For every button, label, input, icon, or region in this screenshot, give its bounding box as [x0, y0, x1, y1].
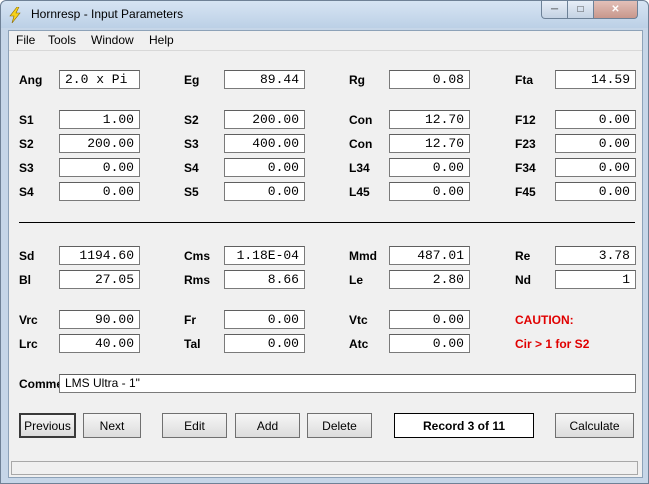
window-title: Hornresp - Input Parameters [31, 7, 184, 21]
field-s4-top[interactable]: 0.00 [224, 158, 305, 177]
field-f45[interactable]: 0.00 [555, 182, 636, 201]
label-rg: Rg [349, 73, 365, 87]
field-vrc[interactable]: 90.00 [59, 310, 140, 329]
field-tal[interactable]: 0.00 [224, 334, 305, 353]
label-f23: F23 [515, 137, 536, 151]
comment-field[interactable]: LMS Ultra - 1" [59, 374, 636, 393]
menu-tools[interactable]: Tools [48, 33, 76, 47]
field-s2[interactable]: 200.00 [59, 134, 140, 153]
edit-button[interactable]: Edit [162, 413, 227, 438]
maximize-icon: □ [577, 4, 584, 15]
field-s3-top[interactable]: 400.00 [224, 134, 305, 153]
field-f12[interactable]: 0.00 [555, 110, 636, 129]
field-l34[interactable]: 0.00 [389, 158, 470, 177]
menu-help[interactable]: Help [149, 33, 174, 47]
input-parameters-panel: File Tools Window Help Ang 2.0 x Pi Eg 8… [8, 30, 643, 478]
field-f23[interactable]: 0.00 [555, 134, 636, 153]
delete-button[interactable]: Delete [307, 413, 372, 438]
label-s4-top: S4 [184, 161, 199, 175]
label-nd: Nd [515, 273, 531, 287]
previous-button[interactable]: Previous [19, 413, 76, 438]
calculate-button[interactable]: Calculate [555, 413, 634, 438]
field-mmd[interactable]: 487.01 [389, 246, 470, 265]
label-s5: S5 [184, 185, 199, 199]
label-vrc: Vrc [19, 313, 38, 327]
label-f12: F12 [515, 113, 536, 127]
close-button[interactable]: ✕ [593, 1, 638, 19]
label-s1: S1 [19, 113, 34, 127]
field-rms[interactable]: 8.66 [224, 270, 305, 289]
caution-title: CAUTION: [515, 313, 574, 327]
field-fta[interactable]: 14.59 [555, 70, 636, 89]
label-s2-top: S2 [184, 113, 199, 127]
label-con-1: Con [349, 113, 373, 127]
label-eg: Eg [184, 73, 200, 87]
field-re[interactable]: 3.78 [555, 246, 636, 265]
field-s4[interactable]: 0.00 [59, 182, 140, 201]
field-f34[interactable]: 0.00 [555, 158, 636, 177]
field-atc[interactable]: 0.00 [389, 334, 470, 353]
record-indicator: Record 3 of 11 [394, 413, 534, 438]
title-bar: Hornresp - Input Parameters ─ □ ✕ [1, 1, 648, 28]
label-rms: Rms [184, 273, 211, 287]
label-mmd: Mmd [349, 249, 377, 263]
label-cms: Cms [184, 249, 211, 263]
label-s4: S4 [19, 185, 34, 199]
label-ang: Ang [19, 73, 43, 87]
maximize-button[interactable]: □ [567, 1, 594, 19]
field-bl[interactable]: 27.05 [59, 270, 140, 289]
label-fr: Fr [184, 313, 196, 327]
label-vtc: Vtc [349, 313, 368, 327]
label-f45: F45 [515, 185, 536, 199]
field-rg[interactable]: 0.08 [389, 70, 470, 89]
field-s5[interactable]: 0.00 [224, 182, 305, 201]
add-button[interactable]: Add [235, 413, 300, 438]
label-l45: L45 [349, 185, 370, 199]
label-re: Re [515, 249, 531, 263]
field-l45[interactable]: 0.00 [389, 182, 470, 201]
field-lrc[interactable]: 40.00 [59, 334, 140, 353]
label-s2: S2 [19, 137, 34, 151]
field-vtc[interactable]: 0.00 [389, 310, 470, 329]
label-atc: Atc [349, 337, 369, 351]
label-lrc: Lrc [19, 337, 38, 351]
close-icon: ✕ [611, 4, 620, 15]
field-le[interactable]: 2.80 [389, 270, 470, 289]
lightning-bolt-icon [9, 7, 21, 23]
field-s3[interactable]: 0.00 [59, 158, 140, 177]
field-fr[interactable]: 0.00 [224, 310, 305, 329]
field-ang[interactable]: 2.0 x Pi [59, 70, 140, 89]
field-sd[interactable]: 1194.60 [59, 246, 140, 265]
app-window: Hornresp - Input Parameters ─ □ ✕ File T… [0, 0, 649, 484]
next-button[interactable]: Next [83, 413, 141, 438]
status-bar [11, 461, 638, 475]
label-fta: Fta [515, 73, 533, 87]
field-s1[interactable]: 1.00 [59, 110, 140, 129]
minimize-icon: ─ [550, 4, 559, 15]
label-f34: F34 [515, 161, 536, 175]
caution-message: Cir > 1 for S2 [515, 337, 590, 351]
label-s3: S3 [19, 161, 34, 175]
label-le: Le [349, 273, 364, 287]
menu-file[interactable]: File [16, 33, 35, 47]
field-cms[interactable]: 1.18E-04 [224, 246, 305, 265]
menu-bar: File Tools Window Help [9, 31, 642, 51]
label-s3-top: S3 [184, 137, 199, 151]
menu-window[interactable]: Window [91, 33, 134, 47]
label-sd: Sd [19, 249, 35, 263]
label-con-2: Con [349, 137, 373, 151]
field-eg[interactable]: 89.44 [224, 70, 305, 89]
field-s2-top[interactable]: 200.00 [224, 110, 305, 129]
label-l34: L34 [349, 161, 370, 175]
minimize-button[interactable]: ─ [541, 1, 568, 19]
field-con-1[interactable]: 12.70 [389, 110, 470, 129]
section-divider [19, 222, 635, 223]
field-con-2[interactable]: 12.70 [389, 134, 470, 153]
field-nd[interactable]: 1 [555, 270, 636, 289]
label-tal: Tal [184, 337, 201, 351]
label-bl: Bl [19, 273, 31, 287]
